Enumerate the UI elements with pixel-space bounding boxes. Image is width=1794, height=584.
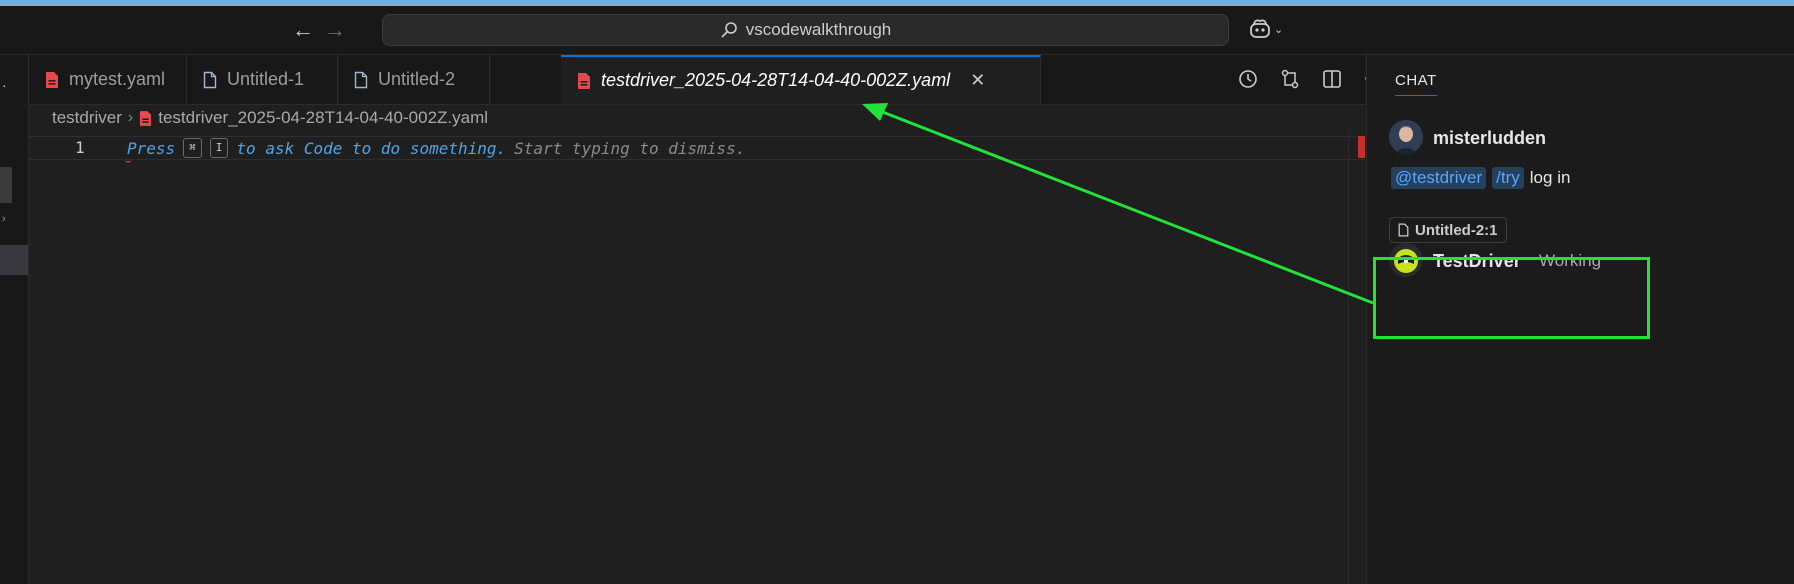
tab-label: Untitled-1 — [227, 69, 305, 89]
arrow-right-icon[interactable]: → — [324, 18, 346, 42]
tab-testdriver-yaml[interactable]: testdriver_2025-04-28T14-04-40-002Z.yaml… — [561, 55, 1041, 104]
line-number: 1 — [75, 138, 85, 157]
close-icon[interactable]: ✕ — [970, 70, 985, 91]
file-icon — [354, 71, 368, 88]
tab-label: testdriver_2025-04-28T14-04-40-002Z.yaml — [601, 70, 951, 90]
key-i: I — [209, 138, 229, 158]
breadcrumb: testdriver › testdriver_2025-04-28T14-04… — [52, 108, 488, 128]
title-bar: ← → vscodewalkthrough ⌄ — [0, 6, 1794, 55]
message-text: log in — [1529, 168, 1571, 187]
user-message: @testdriver /try log in — [1391, 167, 1570, 189]
agent-mention-chip[interactable]: @testdriver — [1391, 167, 1487, 189]
hint-dismiss: Start typing to dismiss. — [514, 138, 746, 158]
inline-chat-hint: Press ⌘ I to ask Code to do something. S… — [127, 138, 745, 158]
avatar — [1389, 120, 1423, 154]
file-icon — [203, 71, 217, 88]
yaml-file-icon — [140, 110, 152, 126]
tab-label: Untitled-2 — [378, 69, 456, 89]
activity-highlight — [0, 245, 28, 275]
editor-actions: ··· — [1237, 67, 1386, 90]
code-editor[interactable]: 1 Press ⌘ I to ask Code to do something.… — [29, 130, 1365, 584]
file-reference-chip[interactable]: Untitled-2:1 — [1389, 217, 1507, 243]
chat-title[interactable]: CHAT — [1395, 72, 1437, 96]
user-name: misterludden — [1433, 128, 1547, 148]
breadcrumb-folder[interactable]: testdriver — [52, 108, 122, 128]
more-icon[interactable]: · — [2, 77, 7, 93]
history-icon[interactable] — [1237, 68, 1259, 90]
search-text: vscodewalkthrough — [745, 20, 892, 39]
hint-press: Press — [127, 138, 176, 158]
slash-command-chip[interactable]: /try — [1492, 167, 1524, 189]
search-icon — [721, 22, 737, 38]
yaml-file-icon — [46, 71, 58, 88]
editor-tab-bar: mytest.yaml Untitled-1 Untitled-2 testdr… — [29, 55, 1385, 105]
overview-ruler-error-mark — [1358, 136, 1365, 158]
command-center-search[interactable]: vscodewalkthrough — [382, 14, 1229, 46]
compare-changes-icon[interactable] — [1279, 68, 1301, 90]
error-squiggle: ⌣ — [125, 156, 132, 167]
chevron-down-icon: ⌄ — [1274, 23, 1284, 36]
activity-selected-indicator — [0, 167, 12, 203]
activity-bar: · › — [0, 55, 29, 584]
file-icon — [1398, 223, 1409, 237]
tab-label: mytest.yaml — [69, 69, 166, 89]
copilot-button[interactable]: ⌄ — [1248, 18, 1283, 40]
copilot-icon — [1250, 19, 1270, 38]
split-editor-icon[interactable] — [1321, 68, 1343, 90]
key-cmd: ⌘ — [183, 138, 202, 158]
arrow-left-icon[interactable]: ← — [292, 18, 314, 42]
annotation-highlight-box — [1373, 257, 1650, 339]
breadcrumb-file[interactable]: testdriver_2025-04-28T14-04-40-002Z.yaml — [158, 108, 488, 128]
chevron-right-icon: › — [127, 109, 134, 126]
chevron-right-icon[interactable]: › — [2, 213, 6, 225]
hint-ask: to ask Code to do something. — [236, 138, 507, 158]
tab-untitled-1[interactable]: Untitled-1 — [187, 55, 338, 104]
tab-untitled-2[interactable]: Untitled-2 — [338, 55, 490, 104]
file-reference-label: Untitled-2:1 — [1415, 221, 1498, 239]
tab-mytest-yaml[interactable]: mytest.yaml — [29, 55, 187, 104]
yaml-file-icon — [578, 72, 590, 89]
editor-scrollbar[interactable] — [1348, 130, 1366, 584]
